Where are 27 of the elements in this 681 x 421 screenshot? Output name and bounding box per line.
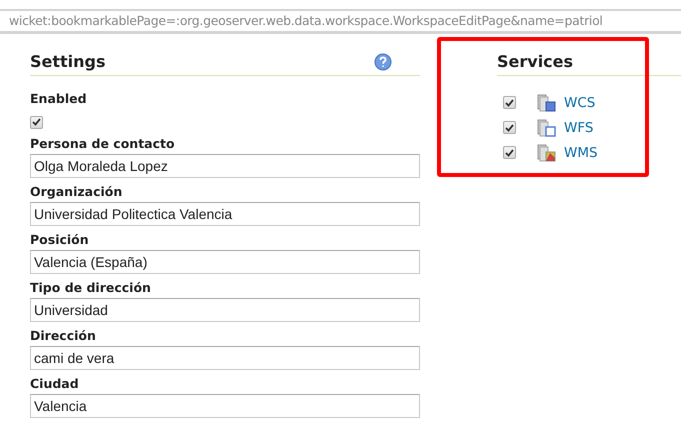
field-label: Enabled	[30, 91, 88, 107]
service-link[interactable]: WCS	[564, 94, 596, 110]
input-field[interactable]: Valencia (España)	[30, 250, 420, 274]
field-label: Organización	[30, 184, 124, 200]
service-checkbox[interactable]	[503, 96, 516, 109]
server-icon	[536, 144, 556, 162]
field-label: Posición	[30, 232, 90, 248]
input-field[interactable]: Valencia	[30, 394, 420, 418]
field-label: Dirección	[30, 328, 97, 344]
field-label: Tipo de dirección	[30, 280, 152, 296]
field-label: Ciudad	[30, 376, 80, 392]
input-field[interactable]: Universidad	[30, 298, 420, 322]
service-link[interactable]: WMS	[564, 144, 598, 160]
server-icon	[536, 118, 556, 136]
input-field[interactable]: Universidad Politectica Valencia	[30, 202, 420, 226]
help-icon[interactable]	[374, 52, 392, 70]
input-field[interactable]: Olga Moraleda Lopez	[30, 154, 420, 178]
service-checkbox[interactable]	[503, 121, 516, 134]
service-link[interactable]: WFS	[564, 120, 594, 136]
section-title: Services	[497, 52, 574, 71]
input-field[interactable]: cami de vera	[30, 346, 420, 370]
address-bar[interactable]: wicket:bookmarkablePage=:org.geoserver.web.data.workspace.WorkspaceEditPage&name=patriol	[0, 9, 681, 34]
service-checkbox[interactable]	[503, 146, 516, 159]
field-label: Persona de contacto	[30, 136, 176, 152]
section-title: Settings	[30, 52, 106, 71]
enabled-checkbox[interactable]	[30, 116, 43, 128]
server-icon	[536, 94, 556, 112]
